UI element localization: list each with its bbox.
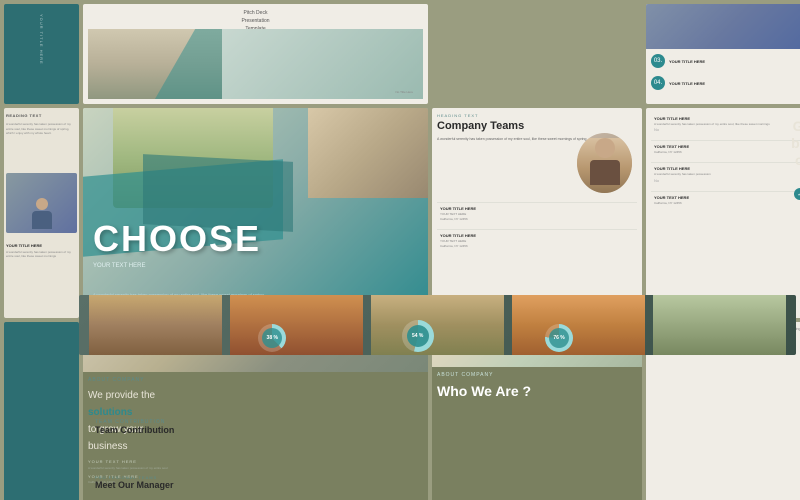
teams-item-2-text: YOUR TEXT HERE (440, 239, 634, 243)
about-heading-p3: business (88, 441, 127, 452)
company-teams-slide: Heading Text Company Teams A wonderful s… (432, 108, 642, 318)
numbered-content: 03. YOUR TITLE HERE 04. YOUR TITLE HERE (651, 54, 800, 99)
team-contrib-heading: Team Contribution (95, 425, 174, 435)
pitch-deck-slide: Pitch Deck Presentation Template No Titl… (83, 4, 428, 104)
teams-label: Heading Text (437, 113, 637, 118)
pitch-image-right (222, 29, 423, 99)
team-photo-strip: 38 % 54 % 76 % (79, 295, 796, 355)
about-solutions-word: solutions (88, 407, 132, 418)
choose-photo-right (308, 108, 428, 198)
teams-photo-inner (577, 138, 632, 193)
teams-item-2-title: YOUR TITLE HERE (440, 233, 634, 238)
who-content: About Company Who We Are ? (437, 372, 637, 500)
sidebar-reading-body: A wonderful serenity has taken possessio… (6, 122, 77, 136)
right-card-4-title: YOUR TEXT HERE (654, 195, 800, 200)
right-card-2-title: YOUR TEXT HERE (654, 144, 800, 149)
who-heading: Who We Are ? (437, 383, 637, 399)
donut-54-label: 54 % (407, 325, 429, 347)
teams-item-1: YOUR TITLE HERE YOUR TEXT HERE Californi… (437, 202, 637, 224)
right-card-4: YOUR TEXT HERE California, NY 12456 (651, 191, 800, 208)
donut-38-label: 38 % (262, 328, 282, 348)
teams-photo (577, 133, 632, 193)
right-cards-slide: YOUR TITLE HERE A wonderful serenity has… (646, 108, 800, 318)
teams-item-1-nr: California, NY 12456 (440, 217, 634, 221)
choose-subtext: YOUR TEXT HERE (93, 263, 145, 269)
about-label: About Company (88, 377, 423, 383)
right-card-3-nr: No (654, 178, 800, 183)
about-your-text: YOUR TEXT HERE (88, 459, 423, 464)
right-card-2-text: California, NY 12456 (654, 150, 800, 154)
person-1 (89, 295, 222, 355)
numbered-item-3: 03. YOUR TITLE HERE (651, 54, 800, 68)
person-2 (230, 295, 363, 355)
icon-box-3: 03. (651, 54, 665, 68)
right-card-1-text: A wonderful serenity has taken possessio… (654, 122, 800, 126)
icon-3-text: 03. (654, 58, 662, 64)
right-card-3: YOUR TITLE HERE A wonderful serenity has… (651, 162, 800, 185)
meet-manager-heading: Meet Our Manager (95, 480, 174, 490)
numbered-item-4: 04. YOUR TITLE HERE (651, 76, 800, 90)
choose-heading: CHOOSE (93, 218, 261, 260)
donut-76-label: 76 % (549, 328, 569, 348)
guide-partial-heading: Gui bus onl (791, 118, 800, 168)
choose-slide: CHOOSE YOUR TEXT HERE A wonderful sereni… (83, 108, 428, 318)
team-contribution-section: Team Contribution Team Contribution (95, 419, 174, 435)
numbered-items-slide: 03. YOUR TITLE HERE 04. YOUR TITLE HERE (646, 4, 800, 104)
person-5 (653, 295, 786, 355)
person-3 (371, 295, 504, 355)
right-cards-content: YOUR TITLE HERE A wonderful serenity has… (651, 113, 800, 313)
numbered-item-3-label: YOUR TITLE HERE (669, 59, 705, 64)
teams-item-2-nr: California, NY 12456 (440, 244, 634, 248)
teal-circle-icon: ✓ (794, 188, 800, 200)
donut-76: 76 % (545, 324, 573, 352)
sidebar-title-below: YOUR TITLE HERE (6, 243, 77, 248)
guide-p3: onl (791, 152, 800, 169)
pitch-body-area: No Title Here (88, 29, 423, 99)
icon-4-text: 04. (654, 80, 662, 86)
sidebar-slide-mid: READING TEXT A wonderful serenity has ta… (4, 108, 79, 318)
pitch-label: Pitch Deck (244, 10, 268, 16)
right-card-4-text: California, NY 12456 (654, 201, 800, 205)
right-card-3-title: YOUR TITLE HERE (654, 166, 800, 171)
numbered-photo (646, 4, 800, 49)
page-container: YOUR TITLE HERE READING TEXT A wonderful… (0, 0, 800, 500)
person-4 (512, 295, 645, 355)
team-people-row: 38 % 54 % 76 % (79, 295, 796, 355)
guide-p2: bus (791, 135, 800, 152)
icon-box-4: 04. (651, 76, 665, 90)
who-label: About Company (437, 372, 637, 378)
numbered-item-4-label: YOUR TITLE HERE (669, 81, 705, 86)
about-small-text: A wonderful serenity has taken possessio… (88, 466, 423, 471)
guide-p1: Gui (791, 118, 800, 135)
right-card-1-nr: No (654, 127, 800, 132)
teams-item-1-text: YOUR TEXT HERE (440, 212, 634, 216)
about-heading-p1: We provide the (88, 390, 155, 401)
sidebar-slide-top: YOUR TITLE HERE (4, 4, 79, 104)
sidebar-small-text: A wonderful serenity has taken possessio… (6, 250, 77, 258)
meet-manager-section: Pro Fesional Teams Meet Our Manager (95, 475, 174, 490)
teams-item-1-title: YOUR TITLE HERE (440, 206, 634, 211)
donut-54: 54 % (402, 320, 434, 352)
sidebar-reading-label: READING TEXT (6, 113, 77, 118)
right-card-3-text: A wonderful serenity has taken possessio… (654, 172, 800, 176)
teams-content: Heading Text Company Teams A wonderful s… (437, 113, 637, 313)
pitch-small-info: No Title Here (395, 90, 413, 94)
teams-heading: Company Teams (437, 120, 637, 132)
teams-item-2: YOUR TITLE HERE YOUR TEXT HERE Californi… (437, 229, 637, 251)
right-card-2: YOUR TEXT HERE California, NY 12456 (651, 140, 800, 157)
sidebar-label-1: YOUR TITLE HERE (39, 14, 44, 65)
right-card-1-title: YOUR TITLE HERE (654, 116, 800, 121)
sidebar-slide-bottom (4, 322, 79, 500)
pitch-subtitle: Presentation (241, 18, 269, 24)
right-card-1: YOUR TITLE HERE A wonderful serenity has… (651, 113, 800, 135)
